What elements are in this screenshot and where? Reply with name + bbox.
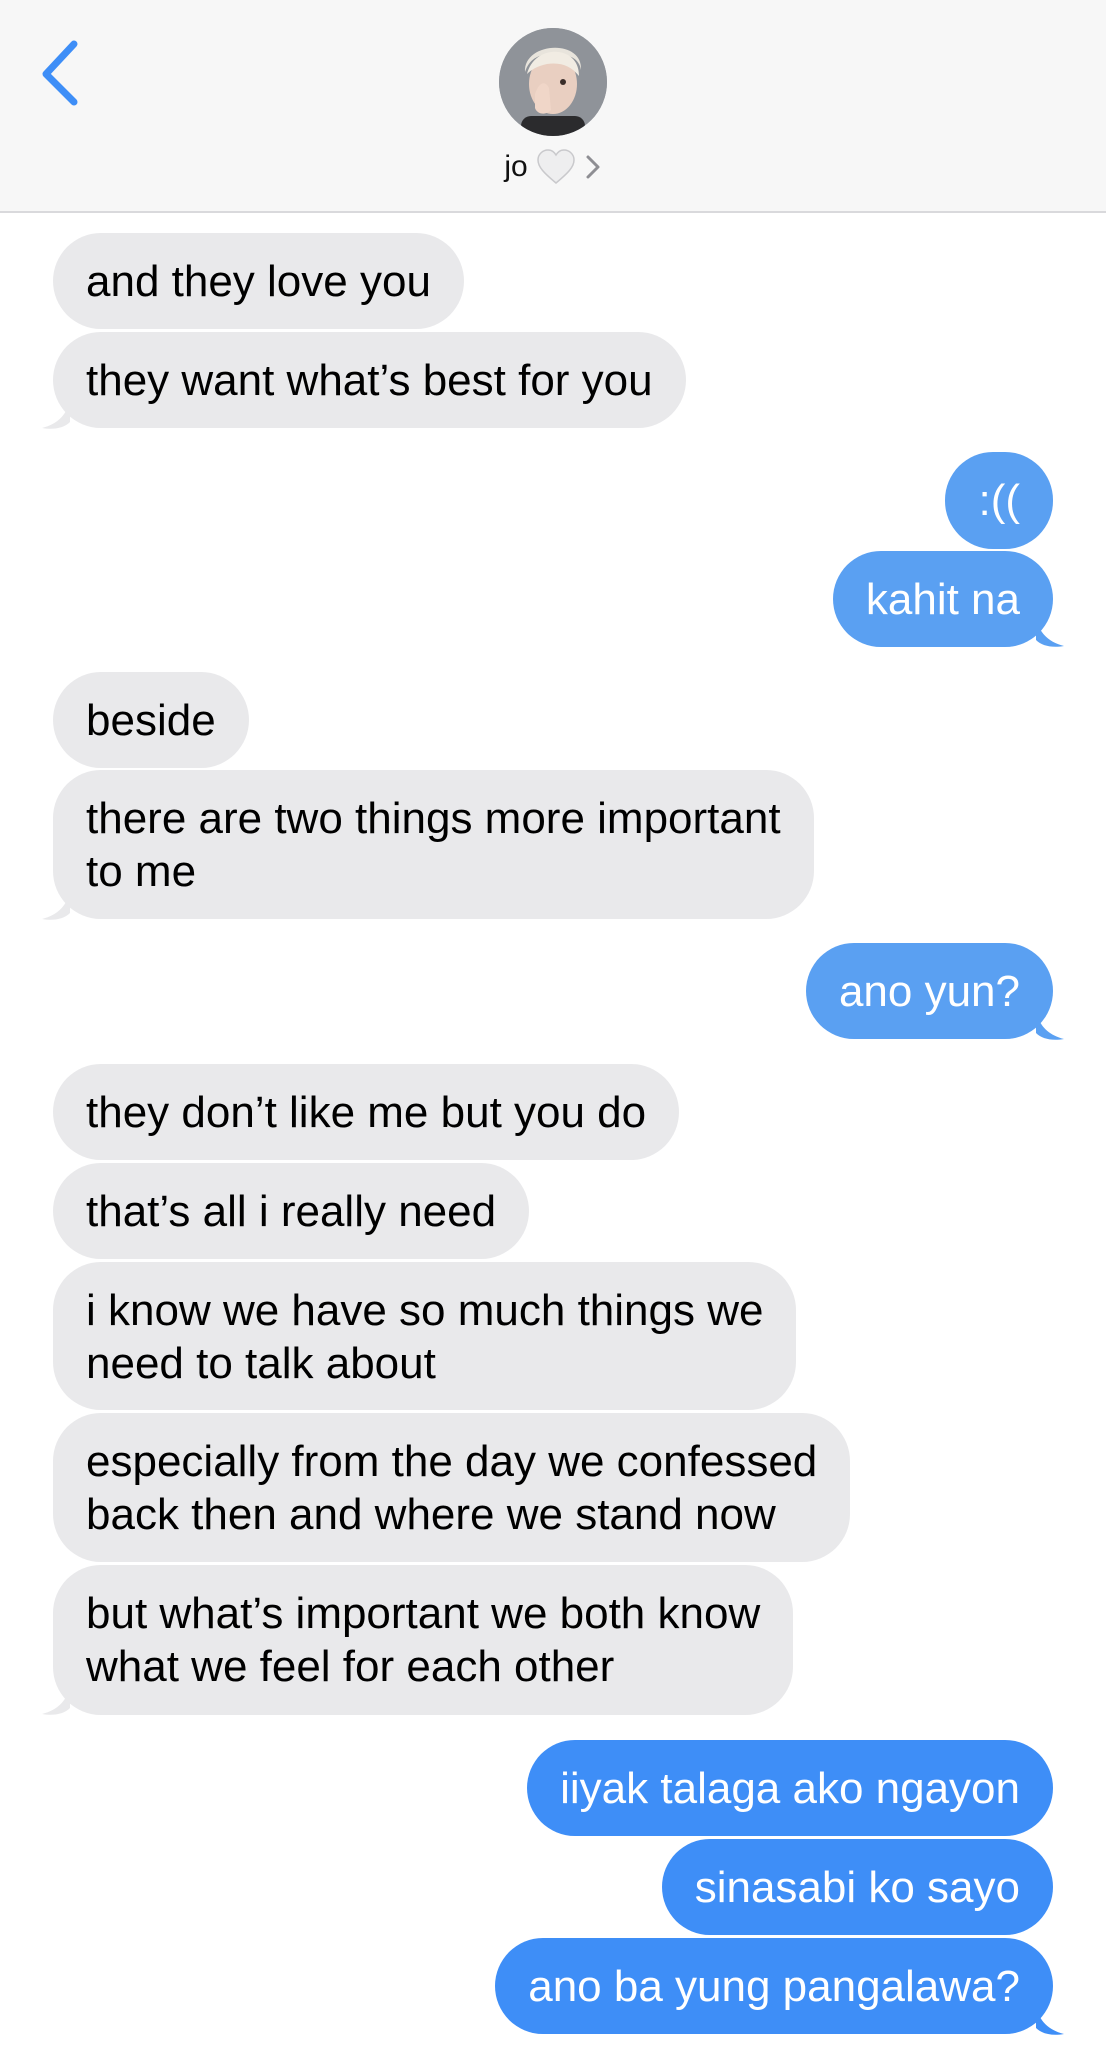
chat-header: jo <box>0 0 1106 213</box>
incoming-message[interactable]: especially from the day we confessed bac… <box>53 1413 851 1562</box>
outgoing-message[interactable]: iiyak talaga ako ngayon <box>527 1740 1053 1836</box>
message-text: beside <box>86 696 216 745</box>
white-heart-icon <box>536 149 576 185</box>
message-text: ano yun? <box>838 967 1020 1016</box>
incoming-message[interactable]: but what’s important we both know what w… <box>53 1565 794 1715</box>
outgoing-message[interactable]: kahit na <box>832 551 1053 647</box>
message-text-line: to me <box>86 847 197 896</box>
message-text: that’s all i really need <box>86 1187 497 1236</box>
bubble-tail <box>1036 2004 1064 2035</box>
bubble-tail <box>42 1684 70 1715</box>
bubble-tail <box>42 398 70 429</box>
chevron-right-icon <box>584 152 602 182</box>
message-text: and they love you <box>86 257 431 306</box>
message-text: ano ba yung pangalawa? <box>528 1962 1020 2011</box>
incoming-message[interactable]: i know we have so much things we need to… <box>53 1262 797 1410</box>
contact-info-button[interactable]: jo <box>0 142 1106 192</box>
chevron-left-icon <box>42 40 78 106</box>
incoming-message[interactable]: they don’t like me but you do <box>53 1064 680 1160</box>
message-text-line: need to talk about <box>86 1339 436 1388</box>
message-text-line: i know we have so much things we <box>86 1286 764 1335</box>
message-text-line: but what’s important we both know <box>86 1589 761 1638</box>
message-text: iiyak talaga ako ngayon <box>560 1764 1020 1813</box>
message-text: sinasabi ko sayo <box>694 1863 1020 1912</box>
bubble-tail <box>1036 1009 1064 1040</box>
outgoing-message[interactable]: ano yun? <box>805 943 1053 1039</box>
incoming-message[interactable]: beside <box>53 672 249 768</box>
message-text: they want what’s best for you <box>86 356 653 405</box>
message-text-line: there are two things more important <box>86 794 781 843</box>
incoming-message[interactable]: and they love you <box>53 233 464 329</box>
back-button[interactable] <box>36 38 90 108</box>
incoming-message[interactable]: they want what’s best for you <box>53 332 686 428</box>
message-text: :(( <box>978 476 1020 525</box>
message-text-line: especially from the day we confessed <box>86 1437 818 1486</box>
outgoing-message[interactable]: sinasabi ko sayo <box>661 1839 1053 1935</box>
message-text: they don’t like me but you do <box>86 1088 647 1137</box>
outgoing-message[interactable]: :(( <box>945 452 1053 549</box>
message-text-line: back then and where we stand now <box>86 1490 776 1539</box>
bubble-tail <box>42 889 70 920</box>
incoming-message[interactable]: there are two things more important to m… <box>53 770 814 919</box>
avatar[interactable] <box>499 28 607 136</box>
outgoing-message[interactable]: ano ba yung pangalawa? <box>495 1938 1053 2034</box>
incoming-message[interactable]: that’s all i really need <box>53 1163 530 1259</box>
contact-name: jo <box>504 150 528 183</box>
contact-photo <box>499 28 607 136</box>
bubble-tail <box>1036 616 1064 647</box>
message-text: kahit na <box>865 575 1020 624</box>
message-text-line: what we feel for each other <box>86 1642 615 1691</box>
